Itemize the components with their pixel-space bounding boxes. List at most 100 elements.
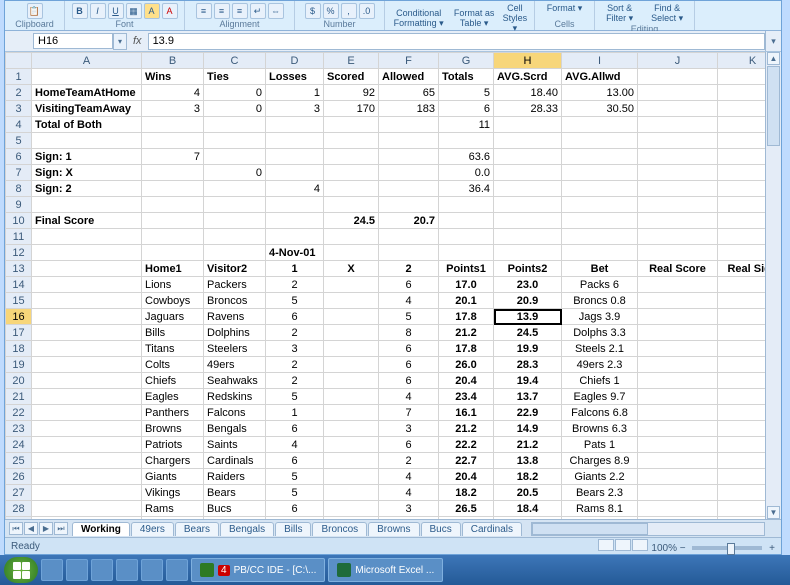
cell-J14[interactable] (638, 277, 718, 293)
cell-F23[interactable]: 3 (379, 421, 439, 437)
cell-H8[interactable] (494, 181, 562, 197)
cell-B21[interactable]: Eagles (142, 389, 204, 405)
cell-A7[interactable]: Sign: X (32, 165, 142, 181)
comma-icon[interactable]: , (341, 3, 357, 19)
cell-C7[interactable]: 0 (204, 165, 266, 181)
cell-G27[interactable]: 18.2 (439, 485, 494, 501)
cell-A16[interactable] (32, 309, 142, 325)
cell-B18[interactable]: Titans (142, 341, 204, 357)
cell-B27[interactable]: Vikings (142, 485, 204, 501)
cell-H28[interactable]: 18.4 (494, 501, 562, 517)
column-header-C[interactable]: C (204, 53, 266, 69)
cell-F16[interactable]: 5 (379, 309, 439, 325)
cell-C15[interactable]: Broncos (204, 293, 266, 309)
cell-I23[interactable]: Browns 6.3 (562, 421, 638, 437)
cell-C14[interactable]: Packers (204, 277, 266, 293)
name-box-dropdown[interactable]: ▾ (113, 33, 127, 50)
cell-E12[interactable] (324, 245, 379, 261)
cell-D1[interactable]: Losses (266, 69, 324, 85)
cell-C12[interactable] (204, 245, 266, 261)
cell-styles-button[interactable]: Cell Styles ▾ (500, 3, 530, 34)
row-header-23[interactable]: 23 (6, 421, 32, 437)
cell-A9[interactable] (32, 197, 142, 213)
cell-I14[interactable]: Packs 6 (562, 277, 638, 293)
cell-A8[interactable]: Sign: 2 (32, 181, 142, 197)
cell-G10[interactable] (439, 213, 494, 229)
tab-nav-last-icon[interactable]: ⏭ (54, 522, 68, 535)
cell-F27[interactable]: 4 (379, 485, 439, 501)
cell-C19[interactable]: 49ers (204, 357, 266, 373)
cell-I27[interactable]: Bears 2.3 (562, 485, 638, 501)
cell-F8[interactable] (379, 181, 439, 197)
cell-F4[interactable] (379, 117, 439, 133)
cell-H13[interactable]: Points2 (494, 261, 562, 277)
horizontal-scrollbar[interactable] (531, 522, 765, 536)
column-header-H[interactable]: H (494, 53, 562, 69)
cell-C10[interactable] (204, 213, 266, 229)
row-header-5[interactable]: 5 (6, 133, 32, 149)
cell-C17[interactable]: Dolphins (204, 325, 266, 341)
cell-A13[interactable] (32, 261, 142, 277)
cell-J19[interactable] (638, 357, 718, 373)
cell-D19[interactable]: 2 (266, 357, 324, 373)
cell-F20[interactable]: 6 (379, 373, 439, 389)
cell-H2[interactable]: 18.40 (494, 85, 562, 101)
cell-F21[interactable]: 4 (379, 389, 439, 405)
cell-F22[interactable]: 7 (379, 405, 439, 421)
cell-B26[interactable]: Giants (142, 469, 204, 485)
cell-F12[interactable] (379, 245, 439, 261)
cell-F9[interactable] (379, 197, 439, 213)
cell-F11[interactable] (379, 229, 439, 245)
cell-C18[interactable]: Steelers (204, 341, 266, 357)
cell-D24[interactable]: 4 (266, 437, 324, 453)
cell-C28[interactable]: Bucs (204, 501, 266, 517)
cell-G7[interactable]: 0.0 (439, 165, 494, 181)
cell-D2[interactable]: 1 (266, 85, 324, 101)
cell-C13[interactable]: Visitor2 (204, 261, 266, 277)
row-header-12[interactable]: 12 (6, 245, 32, 261)
row-header-13[interactable]: 13 (6, 261, 32, 277)
cell-F19[interactable]: 6 (379, 357, 439, 373)
cell-C11[interactable] (204, 229, 266, 245)
row-header-25[interactable]: 25 (6, 453, 32, 469)
quicklaunch-icon[interactable] (91, 559, 113, 581)
cell-G1[interactable]: Totals (439, 69, 494, 85)
cell-H24[interactable]: 21.2 (494, 437, 562, 453)
find-select-button[interactable]: Find & Select ▾ (644, 3, 690, 24)
cell-I8[interactable] (562, 181, 638, 197)
cell-H7[interactable] (494, 165, 562, 181)
row-header-17[interactable]: 17 (6, 325, 32, 341)
cell-D23[interactable]: 6 (266, 421, 324, 437)
cell-E11[interactable] (324, 229, 379, 245)
row-header-26[interactable]: 26 (6, 469, 32, 485)
cell-A21[interactable] (32, 389, 142, 405)
cell-J9[interactable] (638, 197, 718, 213)
column-header-A[interactable]: A (32, 53, 142, 69)
cell-B23[interactable]: Browns (142, 421, 204, 437)
cell-G15[interactable]: 20.1 (439, 293, 494, 309)
quicklaunch-icon[interactable] (166, 559, 188, 581)
cell-G3[interactable]: 6 (439, 101, 494, 117)
formula-input[interactable]: 13.9 (148, 33, 765, 50)
cell-E1[interactable]: Scored (324, 69, 379, 85)
cell-H26[interactable]: 18.2 (494, 469, 562, 485)
cell-B20[interactable]: Chiefs (142, 373, 204, 389)
taskbar-item-excel[interactable]: Microsoft Excel ... (328, 558, 443, 582)
cell-I1[interactable]: AVG.Allwd (562, 69, 638, 85)
cell-J13[interactable]: Real Score (638, 261, 718, 277)
cell-F3[interactable]: 183 (379, 101, 439, 117)
fill-color-icon[interactable]: A (144, 3, 160, 19)
row-header-4[interactable]: 4 (6, 117, 32, 133)
cell-A28[interactable] (32, 501, 142, 517)
row-header-6[interactable]: 6 (6, 149, 32, 165)
format-button[interactable]: Format ▾ (547, 3, 583, 14)
cell-A19[interactable] (32, 357, 142, 373)
cell-H1[interactable]: AVG.Scrd (494, 69, 562, 85)
cell-J18[interactable] (638, 341, 718, 357)
cell-B8[interactable] (142, 181, 204, 197)
cell-J23[interactable] (638, 421, 718, 437)
cell-A2[interactable]: HomeTeamAtHome (32, 85, 142, 101)
cell-E13[interactable]: X (324, 261, 379, 277)
merge-icon[interactable]: ⇔ (268, 3, 284, 19)
cell-E2[interactable]: 92 (324, 85, 379, 101)
